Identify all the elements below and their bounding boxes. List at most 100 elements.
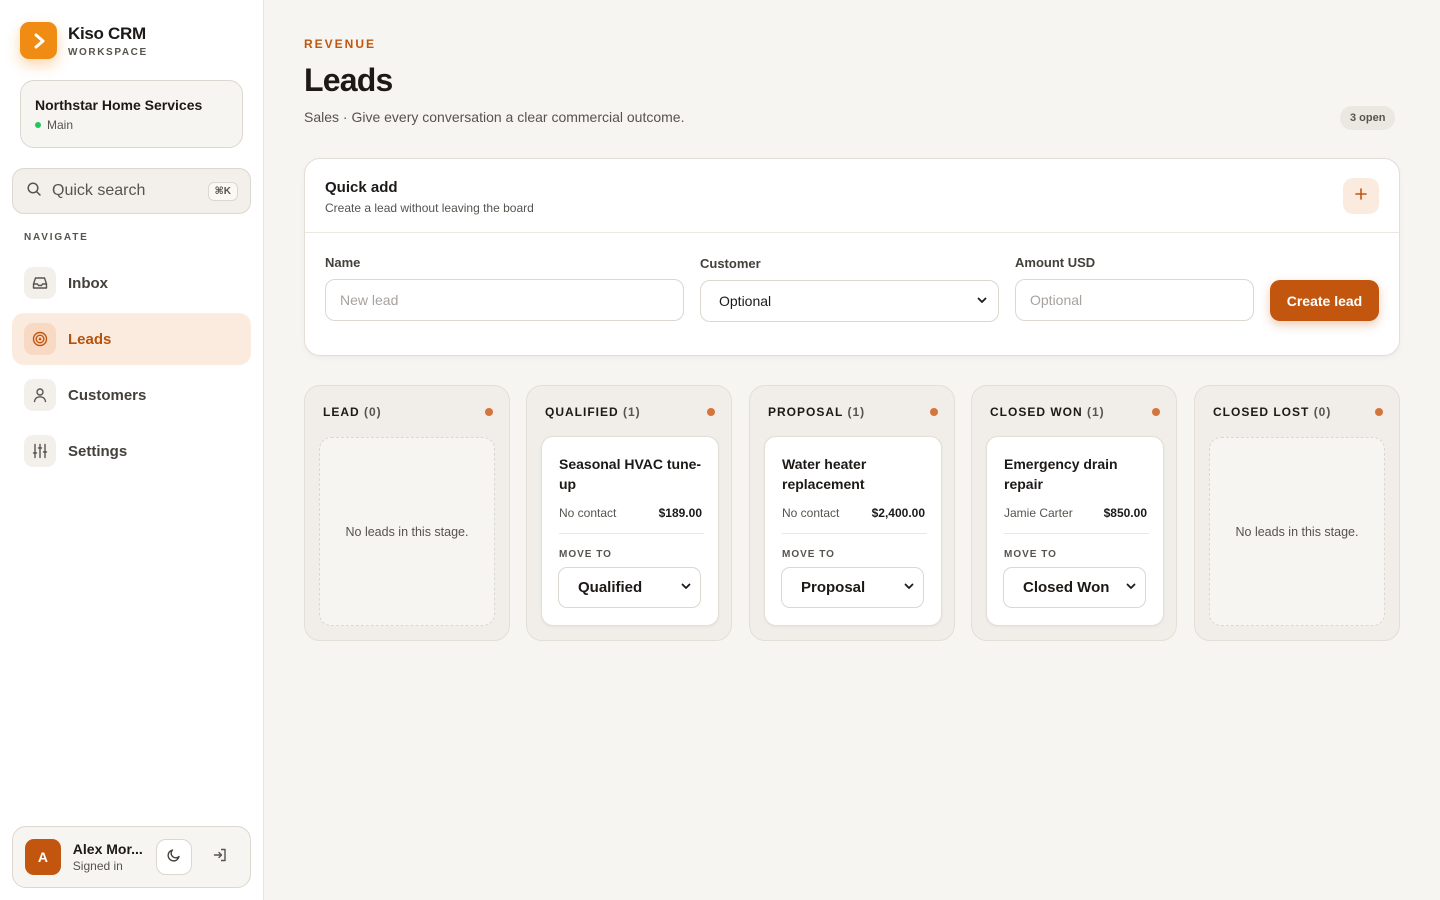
move-to-label: MOVE TO bbox=[1004, 549, 1057, 560]
column-header: CLOSED WON (1) bbox=[990, 405, 1105, 419]
customer-label: Customer bbox=[700, 256, 761, 271]
sidebar-item-customers[interactable]: Customers bbox=[12, 369, 251, 421]
stage-dot-icon bbox=[485, 408, 493, 416]
user-name: Alex Mor... bbox=[72, 841, 143, 857]
user-status: Signed in bbox=[72, 859, 123, 873]
status-dot-icon bbox=[35, 122, 41, 128]
stage-column-lead: LEAD (0) No leads in this stage. bbox=[304, 385, 510, 641]
move-to-label: MOVE TO bbox=[559, 549, 612, 560]
avatar[interactable]: A bbox=[25, 839, 61, 875]
lead-name-input[interactable]: New lead bbox=[325, 279, 684, 321]
column-title: CLOSED WON bbox=[990, 405, 1083, 419]
stage-column-closed-won: CLOSED WON (1) Emergency drain repair Ja… bbox=[971, 385, 1177, 641]
lead-title: Water heater replacement bbox=[782, 456, 867, 492]
theme-toggle-button[interactable] bbox=[156, 839, 193, 875]
search-icon bbox=[26, 181, 42, 202]
search-shortcut: ⌘K bbox=[207, 181, 238, 201]
customer-select[interactable]: Optional bbox=[700, 280, 999, 322]
brand-name: Kiso CRM bbox=[68, 23, 146, 43]
quick-search[interactable]: Quick search ⌘K bbox=[12, 168, 251, 214]
column-header: LEAD (0) bbox=[323, 405, 382, 419]
target-icon bbox=[24, 323, 56, 355]
stage-column-proposal: PROPOSAL (1) Water heater replacement No… bbox=[749, 385, 955, 641]
column-count: (1) bbox=[847, 405, 866, 419]
quick-add-subtitle: Create a lead without leaving the board bbox=[325, 201, 534, 215]
search-input[interactable]: Quick search bbox=[52, 182, 208, 200]
column-header: QUALIFIED (1) bbox=[545, 405, 641, 419]
lead-contact: No contact bbox=[559, 506, 617, 520]
stage-select-value: Closed Won bbox=[1023, 579, 1110, 596]
lead-card[interactable]: Emergency drain repair Jamie Carter $850… bbox=[986, 436, 1164, 626]
user-card: A Alex Mor... Signed in bbox=[12, 826, 251, 888]
customer-select-value: Optional bbox=[719, 293, 772, 309]
stage-select-value: Qualified bbox=[578, 579, 643, 596]
chevron-down-icon bbox=[903, 579, 915, 596]
lead-amount: $850.00 bbox=[1103, 506, 1147, 520]
stage-dot-icon bbox=[1152, 408, 1160, 416]
column-title: QUALIFIED bbox=[545, 405, 619, 419]
org-branch: Main bbox=[47, 118, 74, 132]
user-icon bbox=[24, 379, 56, 411]
quick-add-toggle-button[interactable] bbox=[1343, 178, 1379, 214]
main-content: REVENUE Leads Sales · Give every convers… bbox=[264, 0, 1440, 900]
stage-column-closed-lost: CLOSED LOST (0) No leads in this stage. bbox=[1194, 385, 1400, 641]
divider bbox=[782, 533, 927, 534]
inbox-icon bbox=[24, 267, 56, 299]
plus-icon bbox=[1355, 187, 1367, 205]
amount-input[interactable]: Optional bbox=[1015, 279, 1254, 321]
divider bbox=[1004, 533, 1149, 534]
org-switcher[interactable]: Northstar Home Services Main bbox=[20, 80, 243, 148]
stage-dot-icon bbox=[707, 408, 715, 416]
sidebar: Kiso CRM WORKSPACE Northstar Home Servic… bbox=[0, 0, 264, 900]
column-header: PROPOSAL (1) bbox=[768, 405, 865, 419]
sidebar-item-label: Settings bbox=[68, 442, 128, 460]
stage-select[interactable]: Proposal bbox=[781, 567, 924, 608]
brand-logo-icon bbox=[20, 22, 57, 59]
empty-stage: No leads in this stage. bbox=[319, 437, 495, 626]
lead-card[interactable]: Seasonal HVAC tune-up No contact $189.00… bbox=[541, 436, 719, 626]
page-title: Leads bbox=[304, 62, 393, 98]
lead-amount: $2,400.00 bbox=[871, 506, 925, 520]
column-title: CLOSED LOST bbox=[1213, 405, 1310, 419]
sign-out-button[interactable] bbox=[202, 839, 238, 875]
sidebar-item-settings[interactable]: Settings bbox=[12, 425, 251, 477]
org-name: Northstar Home Services bbox=[35, 97, 203, 113]
page-eyebrow: REVENUE bbox=[304, 37, 377, 51]
column-count: (1) bbox=[623, 405, 641, 419]
sidebar-item-label: Customers bbox=[68, 386, 147, 404]
divider bbox=[559, 533, 704, 534]
lead-title: Emergency drain repair bbox=[1004, 456, 1118, 492]
stage-dot-icon bbox=[930, 408, 938, 416]
name-label: Name bbox=[325, 255, 361, 270]
column-title: LEAD bbox=[323, 405, 360, 419]
stage-select-value: Proposal bbox=[801, 579, 866, 596]
lead-amount: $189.00 bbox=[658, 506, 702, 520]
chevron-down-icon bbox=[976, 293, 988, 309]
stage-column-qualified: QUALIFIED (1) Seasonal HVAC tune-up No c… bbox=[526, 385, 732, 641]
stage-dot-icon bbox=[1375, 408, 1383, 416]
open-count-badge: 3 open bbox=[1340, 106, 1396, 130]
sidebar-item-label: Leads bbox=[68, 330, 112, 348]
nav-label: NAVIGATE bbox=[24, 232, 89, 243]
brand[interactable]: Kiso CRM WORKSPACE bbox=[20, 22, 148, 59]
sidebar-item-label: Inbox bbox=[68, 274, 108, 292]
moon-icon bbox=[166, 847, 182, 868]
move-to-label: MOVE TO bbox=[782, 549, 835, 560]
empty-stage: No leads in this stage. bbox=[1209, 437, 1385, 626]
column-header: CLOSED LOST (0) bbox=[1213, 405, 1331, 419]
lead-title: Seasonal HVAC tune-up bbox=[559, 456, 702, 492]
log-in-icon bbox=[212, 847, 228, 868]
stage-select[interactable]: Closed Won bbox=[1003, 567, 1146, 608]
sidebar-item-leads[interactable]: Leads bbox=[12, 313, 251, 365]
lead-contact: Jamie Carter bbox=[1004, 506, 1073, 520]
column-count: (1) bbox=[1087, 405, 1105, 419]
column-title: PROPOSAL bbox=[768, 405, 844, 419]
sidebar-item-inbox[interactable]: Inbox bbox=[12, 257, 251, 309]
create-lead-button[interactable]: Create lead bbox=[1270, 280, 1379, 321]
quick-add-title: Quick add bbox=[325, 179, 398, 196]
column-count: (0) bbox=[364, 405, 382, 419]
stage-select[interactable]: Qualified bbox=[558, 567, 701, 608]
chevron-down-icon bbox=[680, 579, 692, 596]
lead-card[interactable]: Water heater replacement No contact $2,4… bbox=[764, 436, 942, 626]
quick-add-panel: Quick add Create a lead without leaving … bbox=[304, 158, 1400, 356]
